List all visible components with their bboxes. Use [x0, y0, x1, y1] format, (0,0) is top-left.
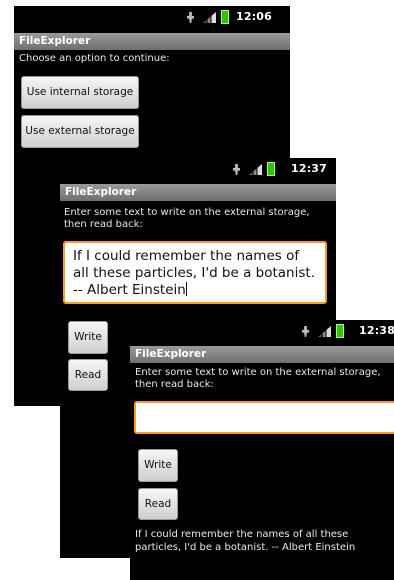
read-output-line2: particles, I'd be a botanist. -- Albert …: [135, 542, 356, 553]
usb-icon: [302, 326, 309, 337]
status-time: 12:38: [359, 324, 394, 337]
enter-text-prompt-line1: Enter some text to write on the external…: [135, 367, 381, 378]
use-external-storage-button[interactable]: Use external storage: [21, 115, 139, 148]
text-input-value: If I could remember the names of all the…: [73, 248, 315, 298]
text-cursor: [185, 282, 187, 296]
enter-text-prompt-line2: then read back:: [64, 219, 143, 230]
enter-text-prompt-line2: then read back:: [135, 379, 214, 390]
status-bar: 12:37: [60, 158, 336, 182]
signal-icon: [203, 12, 216, 23]
write-button[interactable]: Write: [68, 321, 108, 354]
text-input-empty[interactable]: [134, 401, 394, 434]
usb-icon: [233, 164, 240, 175]
app-title: FileExplorer: [130, 346, 394, 363]
status-time: 12:37: [291, 162, 328, 175]
battery-icon: [267, 162, 275, 176]
choose-prompt: Choose an option to continue:: [19, 53, 170, 64]
read-output-line1: If I could remember the names of all the…: [135, 529, 349, 540]
read-button[interactable]: Read: [138, 488, 178, 520]
screen-read-back: 12:38 FileExplorer Enter some text to wr…: [130, 320, 394, 580]
signal-icon: [249, 164, 262, 175]
text-input[interactable]: If I could remember the names of all the…: [63, 241, 327, 304]
app-title: FileExplorer: [14, 33, 290, 50]
enter-text-prompt-line1: Enter some text to write on the external…: [64, 207, 310, 218]
signal-icon: [318, 326, 331, 337]
usb-icon: [187, 12, 194, 23]
battery-icon: [336, 324, 344, 338]
app-title: FileExplorer: [60, 184, 336, 201]
write-button[interactable]: Write: [138, 449, 178, 482]
status-bar: 12:06: [14, 6, 290, 30]
status-bar: 12:38: [130, 320, 394, 344]
battery-icon: [221, 10, 229, 24]
read-button[interactable]: Read: [68, 359, 108, 391]
status-time: 12:06: [236, 10, 273, 23]
use-internal-storage-button[interactable]: Use internal storage: [21, 76, 139, 109]
